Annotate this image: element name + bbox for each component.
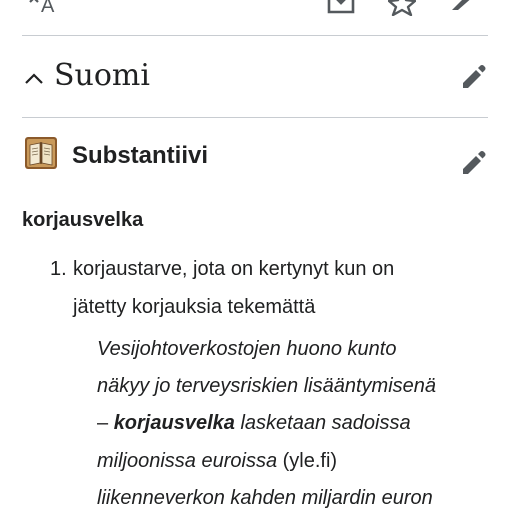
translate-glyph: A <box>41 0 55 16</box>
star-icon[interactable] <box>387 0 417 21</box>
example-line: näkyy jo terveysriskien lisääntymisenä <box>97 375 437 397</box>
example-line: Vesijohtoverkostojen huono kunto <box>97 338 397 360</box>
part-of-speech-header: Substantiivi <box>22 132 488 182</box>
definition-line: korjaustarve, jota on kertynyt kun on <box>73 258 395 280</box>
book-icon <box>24 136 58 170</box>
example-line: liikenneverkon kahden miljardin euron <box>97 487 433 509</box>
download-icon[interactable] <box>326 0 356 21</box>
translate-icon[interactable]: A <box>28 0 62 21</box>
example-text: lasketaan sadoissa <box>240 412 411 434</box>
divider <box>22 117 488 118</box>
definition-line: jätetty korjauksia tekemättä <box>73 296 316 318</box>
example-text: miljoonissa euroissa <box>97 450 278 472</box>
divider <box>22 35 488 36</box>
example-line: – korjausvelka lasketaan sadoissa <box>97 412 411 435</box>
page-actions-toolbar: A <box>0 0 510 30</box>
edit-icon[interactable] <box>450 0 476 21</box>
headword: korjausvelka <box>22 209 144 231</box>
definition-number: 1. <box>50 258 67 280</box>
part-of-speech-heading: Substantiivi <box>72 142 209 169</box>
example-dash: – <box>97 412 109 434</box>
language-section-header[interactable]: Suomi <box>22 52 488 100</box>
edit-section-icon[interactable] <box>460 150 486 181</box>
edit-section-icon[interactable] <box>460 64 486 95</box>
example-line: miljoonissa euroissa (yle.fi) <box>97 450 337 473</box>
example-source: (yle.fi) <box>282 450 338 472</box>
language-heading: Suomi <box>54 58 150 93</box>
chevron-up-icon[interactable] <box>22 66 46 90</box>
example-headword: korjausvelka <box>113 412 235 434</box>
